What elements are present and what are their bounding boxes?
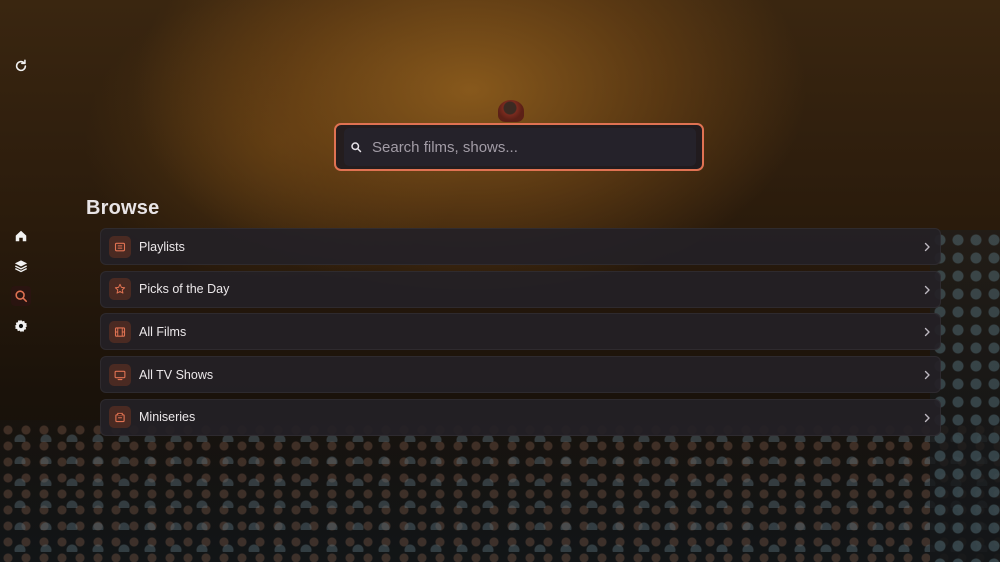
browse-title: Browse <box>86 197 160 219</box>
refresh-icon <box>15 59 27 72</box>
browse-item-label: All Films <box>139 324 187 339</box>
browse-item-miniseries[interactable]: Miniseries <box>100 398 941 436</box>
home-icon <box>15 230 27 242</box>
chevron-right-icon <box>922 284 932 296</box>
browse-item-picks-of-the-day[interactable]: Picks of the Day <box>100 270 941 308</box>
search-input[interactable] <box>370 137 694 157</box>
browse-item-all-tv-shows[interactable]: All TV Shows <box>100 356 941 394</box>
browse-item-label: Miniseries <box>139 410 196 425</box>
sidebar-item-search[interactable] <box>11 286 31 306</box>
browse-item-label: Playlists <box>139 239 185 254</box>
chevron-right-icon <box>922 326 932 338</box>
gear-icon <box>14 319 28 333</box>
sidebar-item-settings[interactable] <box>11 316 31 336</box>
film-icon <box>109 320 131 343</box>
layers-icon <box>14 260 28 273</box>
playlist-icon <box>109 235 131 258</box>
browse-list: Playlists Picks of the Day All Films All… <box>100 228 941 441</box>
browse-item-label: Picks of the Day <box>139 282 230 297</box>
search-icon <box>15 290 28 303</box>
chevron-right-icon <box>922 369 932 381</box>
tv-icon <box>109 363 131 386</box>
search-icon <box>350 141 362 153</box>
star-icon <box>109 278 131 301</box>
sidebar-item-home[interactable] <box>11 226 31 246</box>
sidebar <box>0 0 42 562</box>
browse-item-playlists[interactable]: Playlists <box>100 228 941 265</box>
app-root: Browse Playlists Picks of the Day Al <box>0 0 1000 562</box>
refresh-button[interactable] <box>11 56 31 76</box>
search-field[interactable] <box>344 128 696 166</box>
browse-item-label: All TV Shows <box>139 367 214 382</box>
browse-item-all-films[interactable]: All Films <box>100 313 941 351</box>
box-icon <box>109 406 131 429</box>
search-box[interactable] <box>334 123 704 171</box>
sidebar-item-library[interactable] <box>11 256 31 276</box>
chevron-right-icon <box>922 412 932 424</box>
background-figure <box>498 100 524 122</box>
chevron-right-icon <box>922 241 932 253</box>
